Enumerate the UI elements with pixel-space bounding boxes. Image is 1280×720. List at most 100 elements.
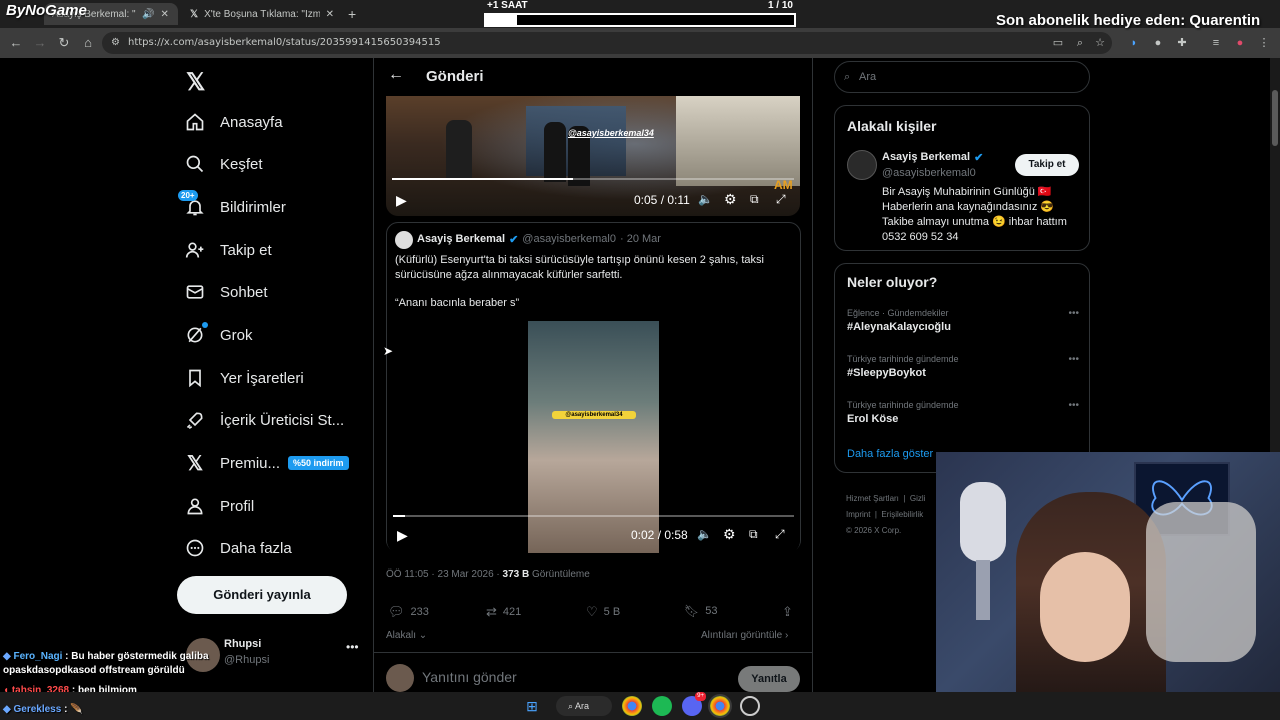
more-dots-icon[interactable]: •••: [1068, 400, 1079, 411]
footer-link[interactable]: Imprint: [846, 510, 870, 519]
more-dots-icon[interactable]: •••: [1068, 308, 1079, 319]
home-icon[interactable]: ⌂: [80, 35, 96, 51]
share-button[interactable]: ⇪: [782, 604, 793, 620]
search-input[interactable]: ⌕ Ara: [834, 61, 1090, 93]
fullscreen-icon[interactable]: ⤢: [776, 192, 786, 207]
bio-line: 0532 609 52 34: [882, 231, 959, 243]
chat-username[interactable]: Fero_Nagi: [13, 651, 62, 662]
trend-item[interactable]: Eğlence · Gündemdekiler #AleynaKalaycıoğ…: [847, 308, 1079, 333]
forward-icon[interactable]: →: [32, 35, 48, 51]
trend-item[interactable]: Türkiye tarihinde gündemde Erol Köse •••: [847, 400, 1079, 425]
nav-item-grok[interactable]: Grok: [184, 317, 253, 353]
quote-text: (Küfürlü) Esenyurt'ta bi taksi sürücüsüy…: [395, 254, 764, 281]
nav-item-explore[interactable]: Keşfet: [184, 146, 263, 182]
close-icon[interactable]: ✕: [160, 9, 168, 20]
footer-link[interactable]: Gizli: [910, 494, 926, 503]
cast-icon[interactable]: ▭: [1050, 35, 1066, 51]
settings-icon[interactable]: ⚙: [723, 526, 736, 543]
reply-button[interactable]: 💬︎ 233: [388, 604, 429, 620]
chrome-icon[interactable]: [622, 696, 642, 716]
nav-item-more[interactable]: Daha fazla: [184, 530, 292, 566]
avatar: [395, 231, 413, 249]
video-progress-bar[interactable]: [392, 178, 794, 180]
person-icon: [184, 495, 206, 517]
reply-input[interactable]: Yanıtını gönder: [422, 669, 517, 685]
post-button[interactable]: Gönderi yayınla: [177, 576, 347, 614]
menu-dots-icon[interactable]: ⋮: [1256, 35, 1272, 51]
chat-username[interactable]: Gerekless: [13, 704, 61, 715]
quoted-post[interactable]: Asayiş Berkemal ✔ @asayisberkemal0 · 20 …: [386, 222, 801, 553]
bookmark-button[interactable]: 🔖︎ 53: [684, 604, 717, 618]
verified-icon: ✔: [974, 152, 984, 164]
volume-icon[interactable]: 🔈: [698, 192, 713, 206]
new-tab-button[interactable]: +: [348, 6, 356, 22]
nav-item-home[interactable]: Anasayfa: [184, 104, 283, 140]
puzzle-icon[interactable]: ✚: [1174, 35, 1190, 51]
quote-handle[interactable]: @asayisberkemal0: [522, 233, 616, 246]
video-progress-fill: [392, 178, 573, 180]
back-arrow-icon[interactable]: ←: [388, 66, 404, 84]
video-progress-fill: [393, 515, 406, 517]
nav-item-follow[interactable]: Takip et: [184, 232, 272, 268]
mouse-cursor-icon: ➤: [383, 344, 394, 358]
spotify-icon[interactable]: [652, 696, 672, 716]
windows-start-icon[interactable]: ⊞: [522, 696, 542, 716]
quotes-link[interactable]: Alıntıları görüntüle ›: [701, 630, 788, 641]
search-icon: ⌕: [844, 71, 851, 83]
quote-video[interactable]: @asayisberkemal34 ▶ 0:02 / 0:58 🔈 ⚙ ⧉ ⤢: [387, 321, 800, 553]
taskbar-search[interactable]: ⌕ Ara: [556, 696, 612, 716]
like-button[interactable]: ♡ 5 B: [586, 604, 620, 620]
copyright: © 2026 X Corp.: [846, 526, 902, 535]
nav-item-bookmarks[interactable]: Yer İşaretleri: [184, 360, 304, 396]
extension-icon[interactable]: ●: [1150, 35, 1166, 51]
nav-item-notifications[interactable]: 20+ Bildirimler: [178, 189, 286, 225]
reload-icon[interactable]: ↻: [56, 35, 72, 51]
nav-item-creator-studio[interactable]: İçerik Üreticisi St...: [184, 402, 344, 438]
address-input[interactable]: ⚙ https://x.com/asayisberkemal0/status/2…: [102, 32, 1112, 54]
zoom-icon[interactable]: ⌕: [1072, 35, 1088, 51]
discord-icon[interactable]: 9+: [682, 692, 706, 716]
tab-izmir[interactable]: 𝕏 X'te Boşuna Tıklama: "İzmir'de ✕: [182, 3, 342, 25]
bookmark-star-icon[interactable]: ☆: [1092, 35, 1108, 51]
pip-icon[interactable]: ⧉: [749, 527, 758, 542]
show-more-link[interactable]: Daha fazla göster: [847, 448, 933, 460]
nav-item-premium[interactable]: 𝕏 Premiu... %50 indirim: [184, 445, 349, 481]
related-handle: @asayisberkemal0: [882, 167, 976, 179]
more-dots-icon[interactable]: •••: [1068, 354, 1079, 365]
profile-avatar-icon[interactable]: ●: [1232, 35, 1248, 51]
close-icon[interactable]: ✕: [326, 9, 334, 20]
quote-author-name[interactable]: Asayiş Berkemal: [417, 233, 505, 246]
play-icon[interactable]: ▶: [397, 527, 408, 544]
chrome-active-icon[interactable]: [708, 694, 732, 718]
trends-box: Neler oluyor? Eğlence · Gündemdekiler #A…: [834, 263, 1090, 473]
nav-item-profile[interactable]: Profil: [184, 488, 254, 524]
extension-icon[interactable]: ◗: [1126, 35, 1142, 51]
more-dots-icon[interactable]: •••: [346, 640, 359, 654]
reading-list-icon[interactable]: ≡: [1208, 35, 1224, 51]
footer-link[interactable]: Erişilebilirlik: [881, 510, 923, 519]
x-logo-icon[interactable]: 𝕏: [186, 68, 205, 97]
x-icon: 𝕏: [186, 452, 204, 475]
avatar[interactable]: [847, 150, 877, 180]
site-info-icon[interactable]: ⚙: [111, 32, 120, 54]
settings-icon[interactable]: ⚙: [724, 191, 737, 208]
related-name-line[interactable]: Asayiş Berkemal ✔: [882, 151, 983, 164]
speaker-icon[interactable]: 🔊: [142, 9, 154, 20]
follow-button[interactable]: Takip et: [1015, 154, 1079, 176]
footer-link[interactable]: Hizmet Şartları: [846, 494, 899, 503]
trend-name: #SleepyBoykot: [847, 367, 926, 379]
repost-button[interactable]: ⇄ 421: [486, 604, 521, 620]
volume-icon[interactable]: 🔈: [697, 527, 712, 541]
relevant-sort[interactable]: Alakalı ⌄: [386, 630, 427, 641]
scroll-thumb[interactable]: [1272, 90, 1278, 146]
video-progress-bar[interactable]: [393, 515, 794, 517]
post-video[interactable]: AM @asayisberkemal34 ▶ 0:05 / 0:11 🔈 ⚙ ⧉…: [386, 96, 800, 216]
nav-item-chat[interactable]: Sohbet: [184, 274, 268, 310]
trend-item[interactable]: Türkiye tarihinde gündemde #SleepyBoykot…: [847, 354, 1079, 379]
fullscreen-icon[interactable]: ⤢: [775, 527, 785, 542]
play-icon[interactable]: ▶: [396, 192, 407, 209]
back-icon[interactable]: ←: [8, 35, 24, 51]
pip-icon[interactable]: ⧉: [750, 192, 759, 207]
reply-submit-button[interactable]: Yanıtla: [738, 666, 800, 692]
obs-icon[interactable]: [740, 696, 760, 716]
